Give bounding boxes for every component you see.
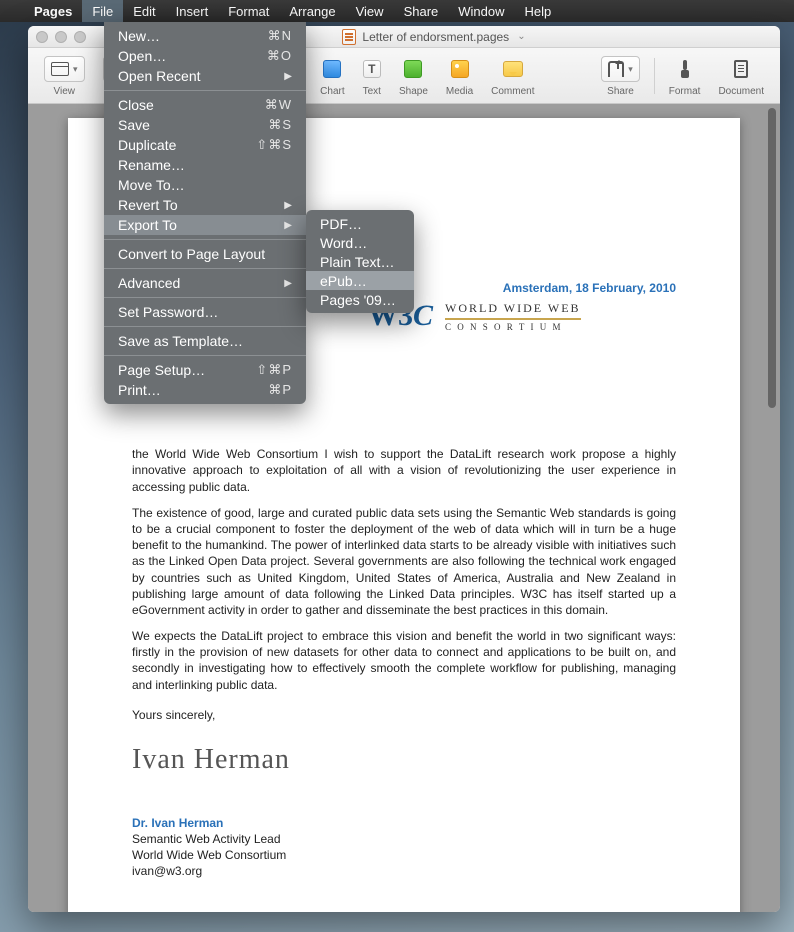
submenu-arrow-icon: ▶ [284, 71, 292, 82]
file-menu-dropdown: New…⌘NOpen…⌘OOpen Recent▶ Close⌘WSave⌘SDu… [104, 22, 306, 404]
menubar-item-help[interactable]: Help [515, 0, 562, 22]
media-icon [451, 60, 469, 78]
signer-role-2: World Wide Web Consortium [132, 847, 676, 863]
submenu-arrow-icon: ▶ [284, 200, 292, 211]
file-menu-close[interactable]: Close⌘W [104, 95, 306, 115]
file-menu-advanced[interactable]: Advanced▶ [104, 273, 306, 293]
paragraph-2: The existence of good, large and curated… [132, 505, 676, 618]
menubar-item-window[interactable]: Window [448, 0, 514, 22]
toolbar-text[interactable]: Text [355, 54, 389, 97]
menubar-item-share[interactable]: Share [394, 0, 449, 22]
export-item-plain-text[interactable]: Plain Text… [306, 252, 414, 271]
file-menu-open-recent[interactable]: Open Recent▶ [104, 66, 306, 86]
file-menu-save[interactable]: Save⌘S [104, 115, 306, 135]
file-menu-save-as-template[interactable]: Save as Template… [104, 331, 306, 351]
app-name[interactable]: Pages [24, 4, 82, 19]
file-menu-convert-to-page-layout[interactable]: Convert to Page Layout [104, 244, 306, 264]
file-menu-open[interactable]: Open…⌘O [104, 46, 306, 66]
window-minimize-button[interactable] [55, 31, 67, 43]
file-menu-revert-to[interactable]: Revert To▶ [104, 195, 306, 215]
closing: Yours sincerely, [132, 707, 676, 723]
menubar-item-format[interactable]: Format [218, 0, 279, 22]
file-menu-move-to[interactable]: Move To… [104, 175, 306, 195]
menubar-item-insert[interactable]: Insert [166, 0, 219, 22]
export-item-pages-09[interactable]: Pages '09… [306, 290, 414, 309]
toolbar-media[interactable]: Media [438, 54, 481, 97]
paragraph-1: the World Wide Web Consortium I wish to … [132, 446, 676, 495]
export-item-epub[interactable]: ePub… [306, 271, 414, 290]
signer-email: ivan@w3.org [132, 863, 676, 879]
vertical-scrollbar[interactable] [766, 108, 778, 908]
export-item-pdf[interactable]: PDF… [306, 214, 414, 233]
file-menu-new[interactable]: New…⌘N [104, 26, 306, 46]
shape-icon [404, 60, 422, 78]
menubar-item-arrange[interactable]: Arrange [279, 0, 345, 22]
paragraph-3: We expects the DataLift project to embra… [132, 628, 676, 693]
export-to-submenu: PDF…Word…Plain Text…ePub…Pages '09… [306, 210, 414, 313]
scrollbar-thumb[interactable] [768, 108, 776, 408]
format-icon [677, 60, 693, 78]
chevron-down-icon: ⌄ [517, 31, 525, 42]
system-menubar: Pages FileEditInsertFormatArrangeViewSha… [0, 0, 794, 22]
submenu-arrow-icon: ▶ [284, 220, 292, 231]
file-menu-print[interactable]: Print…⌘P [104, 380, 306, 400]
file-menu-export-to[interactable]: Export To▶ [104, 215, 306, 235]
file-menu-rename[interactable]: Rename… [104, 155, 306, 175]
toolbar-format[interactable]: Format [661, 54, 709, 97]
toolbar-chart[interactable]: Chart [312, 54, 352, 97]
toolbar-share[interactable]: ▾ Share [593, 54, 648, 97]
comment-icon [503, 61, 523, 77]
document-icon [342, 29, 356, 45]
share-icon [608, 61, 624, 77]
document-title: Letter of endorsment.pages [362, 30, 509, 44]
text-icon [363, 60, 381, 78]
signer-role-1: Semantic Web Activity Lead [132, 831, 676, 847]
toolbar-comment[interactable]: Comment [483, 54, 542, 97]
menubar-item-edit[interactable]: Edit [123, 0, 165, 22]
submenu-arrow-icon: ▶ [284, 278, 292, 289]
document-panel-icon [734, 60, 748, 78]
menubar-item-view[interactable]: View [346, 0, 394, 22]
signer-name: Dr. Ivan Herman [132, 815, 676, 831]
toolbar-document[interactable]: Document [710, 54, 772, 97]
file-menu-set-password[interactable]: Set Password… [104, 302, 306, 322]
view-icon [51, 62, 69, 76]
toolbar-view[interactable]: ▾ View [36, 54, 93, 97]
menubar-item-file[interactable]: File [82, 0, 123, 22]
chart-icon [323, 60, 341, 78]
window-zoom-button[interactable] [74, 31, 86, 43]
export-item-word[interactable]: Word… [306, 233, 414, 252]
file-menu-duplicate[interactable]: Duplicate⇧⌘S [104, 135, 306, 155]
file-menu-page-setup[interactable]: Page Setup…⇧⌘P [104, 360, 306, 380]
window-close-button[interactable] [36, 31, 48, 43]
toolbar-shape[interactable]: Shape [391, 54, 436, 97]
signature: Ivan Herman [132, 741, 676, 779]
